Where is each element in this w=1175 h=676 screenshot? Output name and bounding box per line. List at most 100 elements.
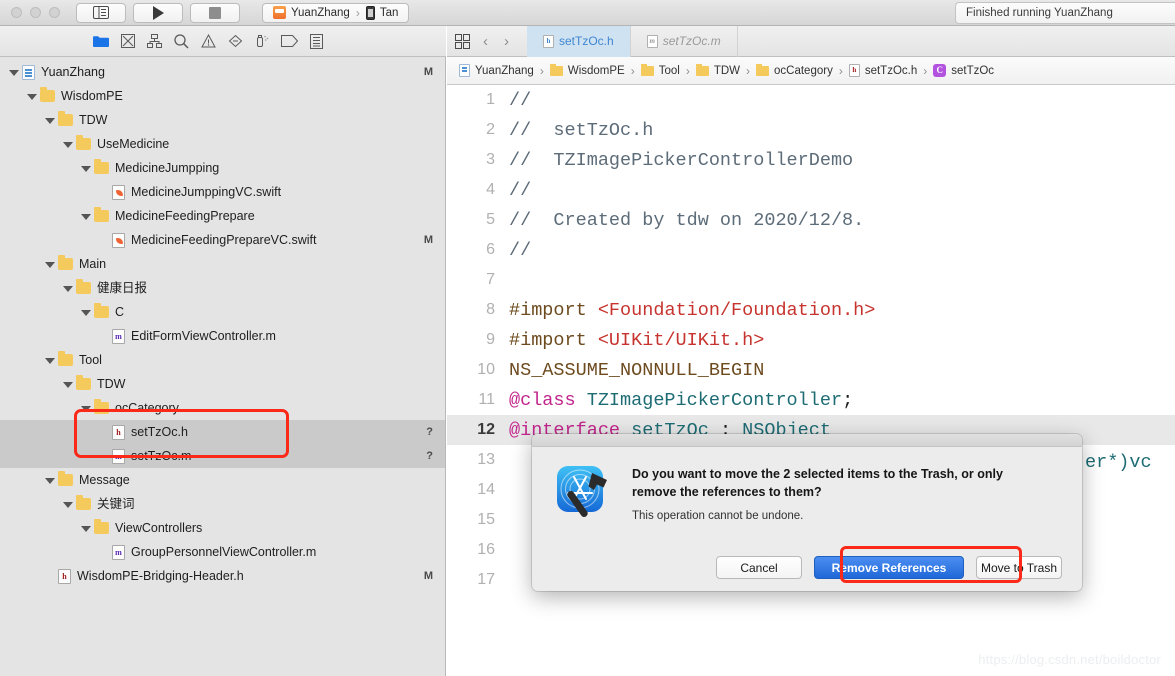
code-line[interactable]: 7 [447, 265, 1175, 295]
symbol-navigator-icon[interactable] [146, 33, 163, 50]
debug-navigator-icon[interactable] [254, 33, 271, 50]
code-line[interactable]: 2 // setTzOc.h [447, 115, 1175, 145]
disclosure-triangle-icon[interactable] [8, 67, 19, 78]
tree-row[interactable]: 健康日报 [0, 276, 445, 300]
tree-row[interactable]: TDW [0, 108, 445, 132]
tree-row[interactable]: h WisdomPE-Bridging-Header.h M [0, 564, 445, 588]
dialog-button-row[interactable]: Cancel Remove References Move to Trash [532, 556, 1082, 579]
issue-navigator-icon[interactable] [200, 33, 217, 50]
tree-row[interactable]: ocCategory [0, 396, 445, 420]
breadcrumb-item[interactable]: h setTzOc.h [848, 64, 918, 77]
breadcrumb-item[interactable]: YuanZhang [459, 64, 534, 77]
tree-row[interactable]: WisdomPE [0, 84, 445, 108]
editor-tab-bar: ‹ › h setTzOc.h m setTzOc.m [447, 25, 1175, 57]
code-line[interactable]: 4 // [447, 175, 1175, 205]
tree-row[interactable]: MedicineJumppingVC.swift [0, 180, 445, 204]
breakpoint-navigator-icon[interactable] [281, 33, 298, 50]
tree-row[interactable]: MedicineJumpping [0, 156, 445, 180]
breadcrumb-item[interactable]: Tool [640, 63, 680, 77]
tree-row[interactable]: 关键词 [0, 492, 445, 516]
code-line[interactable]: 9 #import <UIKit/UIKit.h> [447, 325, 1175, 355]
tree-row[interactable]: Message [0, 468, 445, 492]
disclosure-triangle-icon[interactable] [62, 139, 73, 150]
disclosure-triangle-icon[interactable] [80, 307, 91, 318]
tree-row[interactable]: Main [0, 252, 445, 276]
move-to-trash-button[interactable]: Move to Trash [976, 556, 1062, 579]
device-icon [365, 5, 375, 20]
disclosure-triangle-icon[interactable] [44, 259, 55, 270]
test-navigator-icon[interactable] [227, 33, 244, 50]
file-tree[interactable]: YuanZhang M WisdomPE TDW UseMedicine Medicine… [0, 57, 445, 588]
code-line[interactable]: 6 // [447, 235, 1175, 265]
disclosure-triangle-icon[interactable] [44, 475, 55, 486]
stop-button[interactable] [190, 2, 240, 23]
tree-row[interactable]: ViewControllers [0, 516, 445, 540]
line-number: 9 [486, 331, 495, 348]
tree-row[interactable]: TDW [0, 372, 445, 396]
disclosure-triangle-icon[interactable] [44, 115, 55, 126]
breadcrumb-item[interactable]: CsetTzOc [933, 64, 994, 77]
jump-bar-breadcrumb[interactable]: YuanZhang › WisdomPE › Tool › TDW › ocCategory › h… [447, 57, 1175, 85]
project-navigator-icon[interactable] [92, 33, 109, 50]
disclosure-triangle-icon[interactable] [44, 355, 55, 366]
minimize-window-button[interactable] [30, 7, 41, 18]
project-navigator[interactable]: YuanZhang M WisdomPE TDW UseMedicine Medicine… [0, 57, 446, 676]
zoom-window-button[interactable] [49, 7, 60, 18]
code-line[interactable]: 8 #import <Foundation/Foundation.h> [447, 295, 1175, 325]
report-navigator-icon[interactable] [308, 33, 325, 50]
code-line[interactable]: 3 // TZImagePickerControllerDemo [447, 145, 1175, 175]
breadcrumb-item[interactable]: TDW [695, 63, 740, 77]
disclosure-triangle-icon[interactable] [80, 523, 91, 534]
tree-row[interactable]: m EditFormViewController.m [0, 324, 445, 348]
tree-row-label: WisdomPE-Bridging-Header.h [77, 569, 244, 583]
code-line[interactable]: 5 // Created by tdw on 2020/12/8. [447, 205, 1175, 235]
tree-row[interactable]: C [0, 300, 445, 324]
editor-tab[interactable]: h setTzOc.h [527, 25, 631, 57]
dialog-body: Do you want to move the 2 selected items… [532, 447, 1082, 522]
code-line[interactable]: 10 NS_ASSUME_NONNULL_BEGIN [447, 355, 1175, 385]
tree-row[interactable]: m GroupPersonnelViewController.m [0, 540, 445, 564]
editor-options-icon[interactable] [447, 33, 477, 49]
close-window-button[interactable] [11, 7, 22, 18]
tree-row-label: Tool [79, 353, 102, 367]
cancel-button[interactable]: Cancel [716, 556, 802, 579]
source-control-navigator-icon[interactable] [119, 33, 136, 50]
disclosure-triangle-icon[interactable] [62, 499, 73, 510]
disclosure-triangle-icon[interactable] [62, 283, 73, 294]
code-line[interactable]: 11 @class TZImagePickerController; [447, 385, 1175, 415]
tree-row[interactable]: YuanZhang M [0, 60, 445, 84]
toggle-panels-button[interactable] [76, 2, 126, 23]
disclosure-triangle-icon[interactable] [80, 211, 91, 222]
breadcrumb-item[interactable]: ocCategory [756, 63, 833, 77]
disclosure-triangle-icon[interactable] [80, 403, 91, 414]
back-button[interactable]: ‹ [483, 33, 488, 50]
find-navigator-icon[interactable] [173, 33, 190, 50]
code-token: <UIKit/UIKit.h> [597, 329, 765, 351]
line-number: 7 [486, 271, 495, 288]
implementation-file-icon: m [112, 544, 125, 560]
tree-row[interactable]: UseMedicine [0, 132, 445, 156]
folder-icon [549, 63, 563, 76]
xcode-hammer-icon [554, 463, 612, 521]
tree-row-label: WisdomPE [61, 89, 123, 103]
open-file-tabs[interactable]: h setTzOc.h m setTzOc.m [527, 25, 738, 57]
disclosure-triangle-icon[interactable] [62, 379, 73, 390]
tree-row[interactable]: Tool [0, 348, 445, 372]
disclosure-triangle-icon[interactable] [80, 163, 91, 174]
code-line[interactable]: 1 // [447, 85, 1175, 115]
tree-row[interactable]: MedicineFeedingPrepareVC.swift M [0, 228, 445, 252]
scheme-selector[interactable]: YuanZhang › Tan [262, 2, 410, 23]
editor-tab[interactable]: m setTzOc.m [631, 25, 738, 57]
tree-row[interactable]: h setTzOc.h? [0, 420, 445, 444]
disclosure-triangle-icon[interactable] [26, 91, 37, 102]
folder-icon [640, 63, 654, 76]
breadcrumb-item[interactable]: WisdomPE [549, 63, 625, 77]
forward-button[interactable]: › [504, 33, 509, 50]
remove-references-button[interactable]: Remove References [814, 556, 964, 579]
tree-row[interactable]: MedicineFeedingPrepare [0, 204, 445, 228]
tree-row[interactable]: m setTzOc.m? [0, 444, 445, 468]
run-button[interactable] [133, 2, 183, 23]
breadcrumb-label: setTzOc.h [864, 64, 918, 77]
class-symbol-icon: C [933, 64, 947, 77]
